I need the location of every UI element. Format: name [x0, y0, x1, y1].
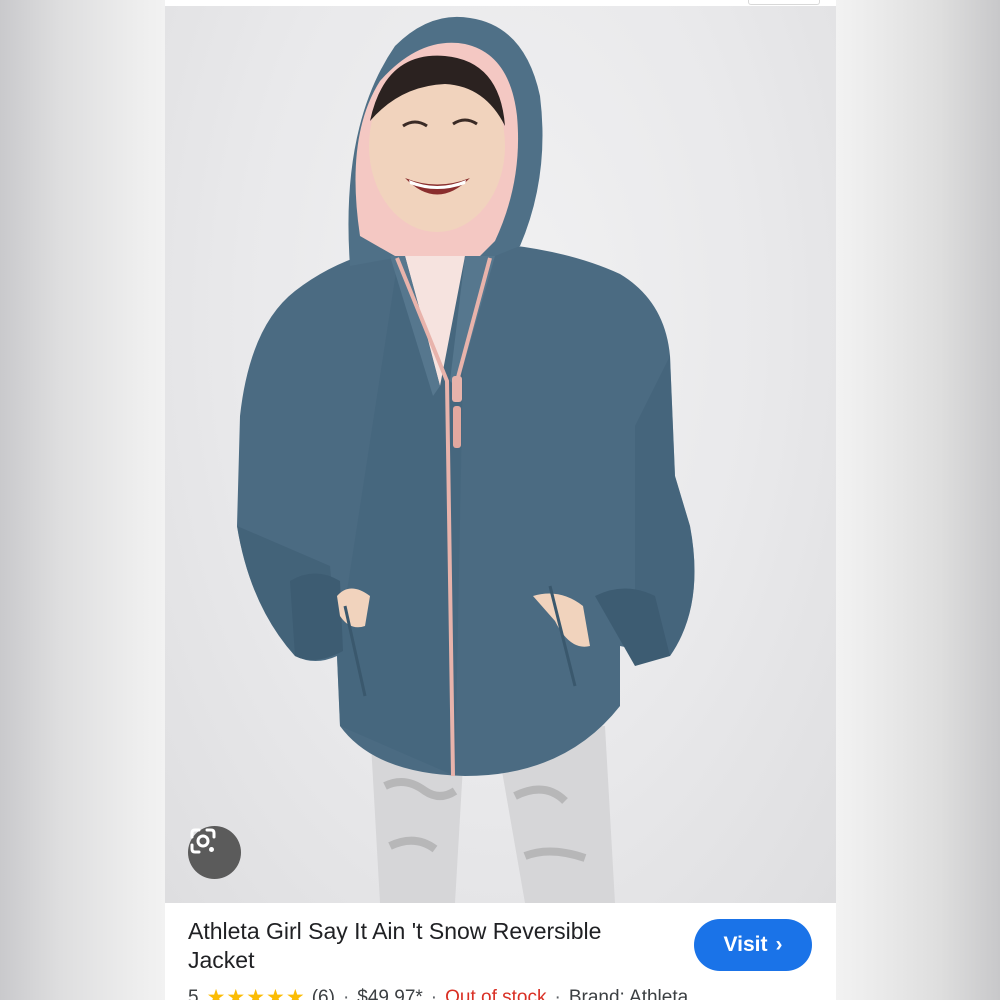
meta-separator: · [342, 986, 350, 1000]
product-card: Athleta Girl Say It Ain 't Snow Reversib… [165, 0, 836, 1000]
google-lens-icon [190, 828, 216, 854]
visit-button[interactable]: Visit › [694, 919, 812, 971]
star-rating-icon: ★★★★★ [206, 986, 306, 1000]
product-image[interactable] [165, 6, 836, 903]
meta-separator: · [554, 986, 561, 1000]
top-tab [748, 0, 820, 5]
google-lens-button[interactable] [188, 826, 241, 879]
rating-value: 5 [188, 986, 199, 1000]
zipper-pull [452, 376, 462, 402]
visit-label: Visit [723, 933, 768, 956]
review-count[interactable]: (6) [312, 987, 335, 1000]
meta-separator: · [430, 986, 438, 1000]
chevron-right-icon: › [775, 933, 783, 956]
product-photo-illustration [237, 16, 695, 903]
product-title[interactable]: Athleta Girl Say It Ain 't Snow Reversib… [188, 917, 658, 975]
product-brand: Brand: Athleta [568, 986, 689, 1000]
product-info: Athleta Girl Say It Ain 't Snow Reversib… [165, 903, 836, 1000]
product-meta: 5 ★★★★★ (6) · $49.97* · Out of stock · B… [188, 985, 688, 1000]
stock-status: Out of stock [445, 986, 547, 1000]
product-price: $49.97* [357, 986, 423, 1000]
